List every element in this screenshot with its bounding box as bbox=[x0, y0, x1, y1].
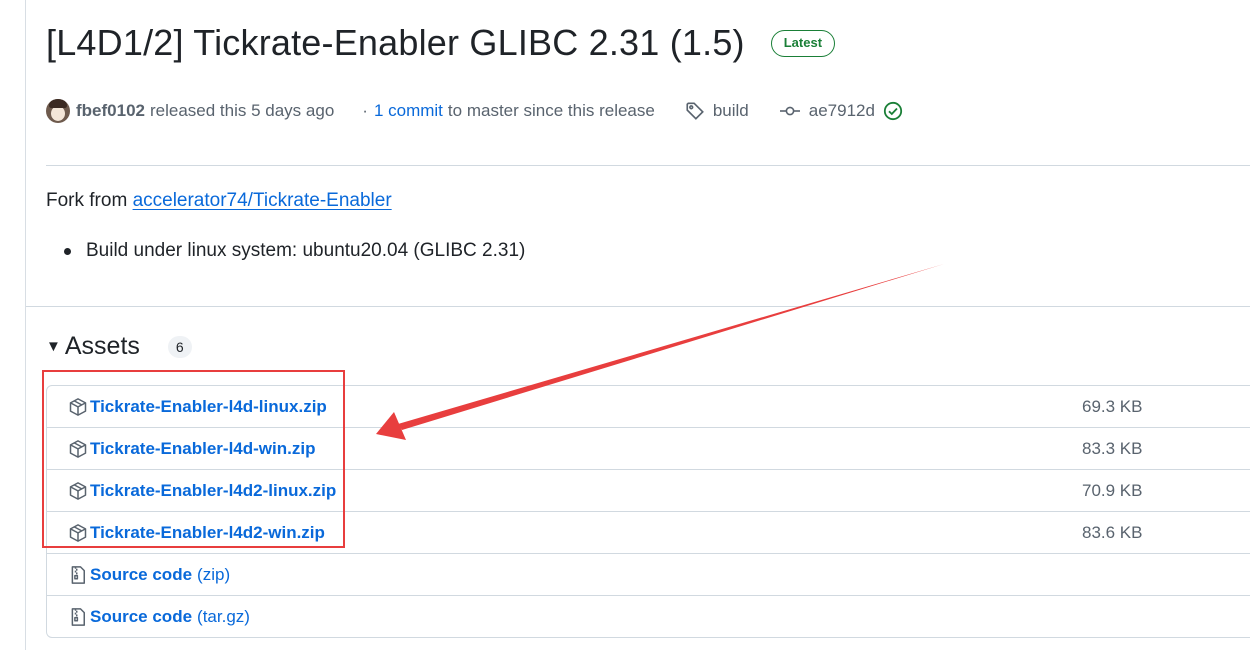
archive-format[interactable]: (zip) bbox=[197, 565, 230, 585]
source-code-link[interactable]: Source code bbox=[90, 565, 192, 585]
file-zip-icon bbox=[68, 565, 88, 585]
assets-count-badge: 6 bbox=[167, 335, 192, 358]
fork-note: Fork from accelerator74/Tickrate-Enabler bbox=[46, 190, 392, 212]
asset-size: 83.3 KB bbox=[1082, 438, 1143, 458]
tag-item[interactable]: build bbox=[685, 101, 749, 121]
avatar[interactable] bbox=[46, 99, 70, 123]
divider bbox=[46, 165, 1250, 166]
commit-suffix: to master since this release bbox=[447, 101, 655, 120]
tag-icon bbox=[685, 101, 713, 121]
fork-prefix: Fork from bbox=[46, 190, 128, 211]
asset-size: 70.9 KB bbox=[1082, 480, 1143, 500]
latest-badge: Latest bbox=[770, 29, 836, 57]
source-code-link[interactable]: Source code bbox=[90, 607, 192, 627]
assets-toggle[interactable]: ▼ Assets 6 bbox=[46, 332, 192, 361]
fork-link[interactable]: accelerator74/Tickrate-Enabler bbox=[133, 190, 392, 211]
asset-size: 83.6 KB bbox=[1082, 522, 1143, 542]
git-commit-icon bbox=[779, 103, 809, 119]
list-item: Build under linux system: ubuntu20.04 (G… bbox=[64, 240, 525, 262]
tag-label: build bbox=[712, 101, 749, 120]
divider bbox=[26, 306, 1250, 307]
caret-down-icon: ▼ bbox=[46, 338, 61, 355]
assets-heading: Assets bbox=[64, 332, 140, 360]
asset-row: Source code (zip) bbox=[47, 553, 1250, 595]
verified-check-icon bbox=[883, 101, 911, 121]
commit-hash: ae7912d bbox=[808, 101, 875, 120]
release-header: [L4D1/2] Tickrate-Enabler GLIBC 2.31 (1.… bbox=[46, 22, 836, 64]
archive-format[interactable]: (tar.gz) bbox=[197, 607, 250, 627]
author-link[interactable]: fbef0102 bbox=[76, 101, 145, 121]
bullet-text: Build under linux system: ubuntu20.04 (G… bbox=[86, 240, 526, 261]
commit-link[interactable]: 1 commit bbox=[374, 101, 443, 121]
asset-size: 69.3 KB bbox=[1082, 396, 1143, 416]
file-zip-icon bbox=[68, 607, 88, 627]
left-border bbox=[25, 0, 26, 650]
asset-row: Source code (tar.gz) bbox=[47, 595, 1250, 637]
annotation-highlight-box bbox=[42, 370, 345, 548]
release-meta: fbef0102 released this 5 days ago · 1 co… bbox=[46, 99, 911, 123]
meta-separator: · bbox=[362, 101, 368, 120]
release-title[interactable]: [L4D1/2] Tickrate-Enabler GLIBC 2.31 (1.… bbox=[46, 22, 745, 64]
released-text: released this 5 days ago bbox=[149, 101, 335, 120]
commit-item[interactable]: ae7912d bbox=[779, 101, 911, 121]
bullet-dot bbox=[64, 247, 71, 255]
